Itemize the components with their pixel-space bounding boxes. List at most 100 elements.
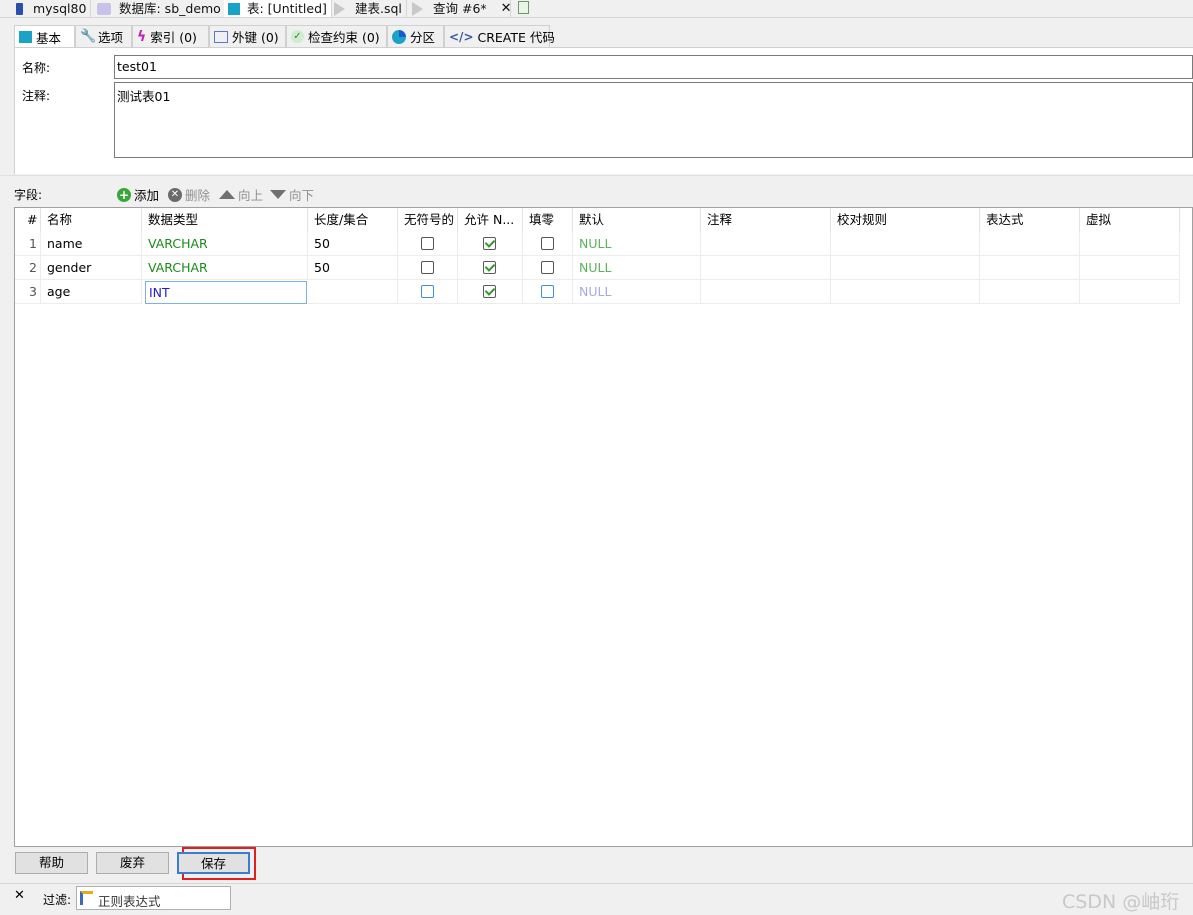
field-comment-cell[interactable] [701, 232, 831, 256]
row-number: 1 [15, 232, 41, 256]
field-name-cell[interactable]: name [41, 232, 142, 256]
field-expression-cell[interactable] [980, 280, 1080, 304]
field-default-cell[interactable]: NULL [573, 232, 701, 256]
allow-null-cell [458, 280, 523, 304]
tab-create-code[interactable]: </> CREATE 代码 [444, 25, 555, 47]
tab-label: 查询 #6* [433, 1, 487, 16]
field-default-cell[interactable]: NULL [573, 256, 701, 280]
column-header-expression[interactable]: 表达式 [980, 208, 1080, 232]
down-label: 向下 [289, 188, 315, 203]
tab-label: 建表.sql [355, 1, 402, 16]
unsigned-checkbox[interactable] [421, 237, 434, 250]
field-length-cell[interactable] [308, 280, 398, 304]
column-header-zerofill[interactable]: 填零 [523, 208, 573, 232]
field-comment-cell[interactable] [701, 280, 831, 304]
tab-label: CREATE 代码 [477, 30, 555, 45]
column-header-datatype[interactable]: 数据类型 [142, 208, 308, 232]
move-down-button[interactable]: 向下 [270, 185, 314, 204]
column-header-name[interactable]: 名称 [41, 208, 142, 232]
add-label: 添加 [134, 188, 160, 203]
delete-field-button[interactable]: ✕ 删除 [168, 185, 210, 204]
field-collation-cell[interactable] [831, 256, 980, 280]
field-length-cell[interactable]: 50 [308, 232, 398, 256]
tab-foreign-keys[interactable]: 外键 (0) [209, 25, 286, 47]
move-up-button[interactable]: 向上 [219, 185, 263, 204]
unsigned-cell [398, 280, 458, 304]
lightning-icon: ϟ [137, 28, 147, 45]
tab-label: 基本 [36, 30, 62, 46]
zerofill-checkbox[interactable] [541, 285, 554, 298]
tab-table-untitled[interactable]: 表: [Untitled] [224, 0, 332, 17]
tab-basic[interactable]: 基本 [14, 25, 75, 48]
tab-partitions[interactable]: 分区 [387, 25, 444, 47]
zerofill-checkbox[interactable] [541, 261, 554, 274]
server-icon [16, 2, 23, 15]
zerofill-checkbox[interactable] [541, 237, 554, 250]
tab-label: 外键 (0) [232, 30, 279, 45]
column-header-collation[interactable]: 校对规则 [831, 208, 980, 232]
tab-label: 选项 [98, 30, 124, 45]
field-virtual-cell[interactable] [1080, 232, 1180, 256]
column-header-virtual[interactable]: 虚拟 [1080, 208, 1180, 232]
play-icon [412, 1, 423, 16]
up-label: 向上 [238, 188, 264, 203]
field-virtual-cell[interactable] [1080, 256, 1180, 280]
help-button[interactable]: 帮助 [15, 852, 88, 874]
field-type-cell[interactable]: VARCHAR [142, 232, 308, 256]
column-header-number[interactable]: # [15, 208, 41, 232]
allow-null-checkbox[interactable] [483, 261, 496, 274]
field-collation-cell[interactable] [831, 280, 980, 304]
regex-icon [80, 891, 93, 905]
tab-label: 表: [Untitled] [247, 1, 327, 16]
foreign-key-icon [214, 30, 228, 43]
new-query-icon[interactable] [518, 1, 529, 14]
close-filter-icon[interactable]: ✕ [14, 888, 25, 903]
tab-database[interactable]: 数据库: sb_demo [94, 0, 226, 17]
table-icon [228, 2, 240, 15]
field-virtual-cell[interactable] [1080, 280, 1180, 304]
add-field-button[interactable]: + 添加 [117, 185, 159, 204]
tab-options[interactable]: 🔧 选项 [75, 25, 132, 47]
table-comment-input[interactable]: 测试表01 [114, 82, 1193, 158]
filter-bar: ✕ 过滤: 正则表达式 CSDN @岫珩 [0, 883, 1193, 915]
check-circle-icon: ✓ [291, 30, 304, 43]
field-type-cell[interactable]: VARCHAR [142, 256, 308, 280]
allow-null-cell [458, 232, 523, 256]
field-comment-cell[interactable] [701, 256, 831, 280]
tab-label: 数据库: sb_demo [119, 1, 221, 16]
tab-query-file[interactable]: 建表.sql [330, 0, 407, 17]
code-icon: </> [449, 29, 474, 44]
tab-indexes[interactable]: ϟ 索引 (0) [132, 25, 209, 47]
table-name-input[interactable]: test01 [114, 55, 1193, 79]
field-name-cell[interactable]: gender [41, 256, 142, 280]
field-expression-cell[interactable] [980, 232, 1080, 256]
unsigned-cell [398, 256, 458, 280]
field-collation-cell[interactable] [831, 232, 980, 256]
save-button[interactable]: 保存 [177, 852, 250, 874]
fields-label: 字段: [14, 188, 43, 202]
arrow-up-icon [219, 190, 235, 199]
tab-query-6[interactable]: 查询 #6* ✕ [408, 0, 516, 17]
zerofill-cell [523, 280, 573, 304]
field-type-editor[interactable]: INT [145, 281, 307, 304]
tab-check-constraints[interactable]: ✓ 检查约束 (0) [286, 25, 387, 47]
filter-input[interactable]: 正则表达式 [76, 886, 231, 910]
field-default-cell[interactable]: NULL [573, 280, 701, 304]
column-header-unsigned[interactable]: 无符号的 [398, 208, 458, 232]
tab-label: 检查约束 (0) [308, 30, 380, 45]
column-header-default[interactable]: 默认 [573, 208, 701, 232]
field-expression-cell[interactable] [980, 256, 1080, 280]
tab-label: mysql80 [33, 1, 87, 16]
field-length-cell[interactable]: 50 [308, 256, 398, 280]
allow-null-checkbox[interactable] [483, 285, 496, 298]
tab-label: 索引 (0) [150, 30, 197, 45]
discard-button[interactable]: 废弃 [96, 852, 169, 874]
unsigned-checkbox[interactable] [421, 285, 434, 298]
tab-connection[interactable]: mysql80 [12, 0, 92, 17]
column-header-allow-null[interactable]: 允许 N... [458, 208, 523, 232]
unsigned-checkbox[interactable] [421, 261, 434, 274]
column-header-length[interactable]: 长度/集合 [308, 208, 398, 232]
field-name-cell[interactable]: age [41, 280, 142, 304]
column-header-comment[interactable]: 注释 [701, 208, 831, 232]
allow-null-checkbox[interactable] [483, 237, 496, 250]
